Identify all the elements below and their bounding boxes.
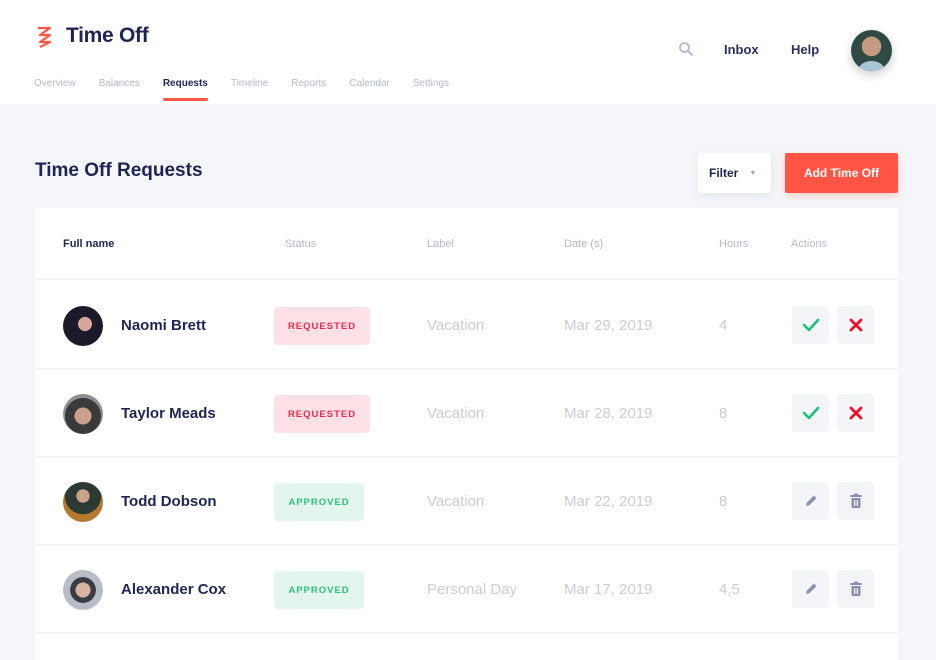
employee-name: Alexander Cox <box>121 581 227 598</box>
avatar <box>63 394 103 434</box>
leave-hours: 8 <box>719 405 728 422</box>
filter-label: Filter <box>709 166 739 180</box>
app-logo-icon <box>38 26 52 48</box>
leave-date: Mar 22, 2019 <box>564 493 653 510</box>
nav-tab-balances[interactable]: Balances <box>99 78 140 101</box>
help-link[interactable]: Help <box>791 42 819 57</box>
delete-button[interactable] <box>837 570 874 608</box>
edit-button[interactable] <box>792 482 829 520</box>
leave-label: Vacation <box>427 317 485 334</box>
reject-button[interactable] <box>837 306 874 344</box>
close-icon <box>849 318 862 332</box>
column-header-full-name: Full name <box>63 238 115 250</box>
reject-button[interactable] <box>837 394 874 432</box>
requests-table: Full name Status Label Date (s) Hours Ac… <box>35 208 898 660</box>
column-header-status: Status <box>285 238 317 250</box>
nav-tab-requests[interactable]: Requests <box>162 78 208 101</box>
inbox-link[interactable]: Inbox <box>724 42 759 57</box>
table-row: Naomi Brett REQUESTED Vacation Mar 29, 2… <box>35 282 898 370</box>
nav-tab-overview[interactable]: Overview <box>34 78 76 101</box>
nav-tab-calendar[interactable]: Calendar <box>349 78 390 101</box>
page-title: Time Off Requests <box>35 160 203 181</box>
status-badge: APPROVED <box>274 571 364 609</box>
avatar <box>63 306 103 346</box>
main-nav: Overview Balances Requests Timeline Repo… <box>34 78 472 101</box>
trash-icon <box>849 493 862 508</box>
status-badge: APPROVED <box>274 483 364 521</box>
nav-tab-reports[interactable]: Reports <box>291 78 326 101</box>
table-row: Taylor Meads REQUESTED Vacation Mar 28, … <box>35 370 898 458</box>
column-header-dates: Date (s) <box>564 238 604 250</box>
app-title: Time Off <box>66 24 149 47</box>
pencil-icon <box>805 495 816 506</box>
employee-name: Naomi Brett <box>121 317 207 334</box>
leave-date: Mar 29, 2019 <box>564 317 653 334</box>
user-avatar[interactable] <box>851 30 892 71</box>
checkmark-icon <box>802 318 819 332</box>
leave-label: Vacation <box>427 405 485 422</box>
approve-button[interactable] <box>792 394 829 432</box>
leave-hours: 4,5 <box>719 581 740 598</box>
avatar <box>63 570 103 610</box>
nav-tab-settings[interactable]: Settings <box>413 78 449 101</box>
status-badge: REQUESTED <box>274 395 370 433</box>
table-row: Todd Dobson APPROVED Vacation Mar 22, 20… <box>35 458 898 546</box>
leave-label: Personal Day <box>427 581 518 598</box>
edit-button[interactable] <box>792 570 829 608</box>
employee-name: Taylor Meads <box>121 405 216 422</box>
nav-tab-timeline[interactable]: Timeline <box>231 78 268 101</box>
pencil-icon <box>805 583 816 594</box>
trash-icon <box>849 581 862 596</box>
chevron-down-icon: ▼ <box>749 169 757 177</box>
column-header-actions: Actions <box>791 238 828 250</box>
add-time-off-button[interactable]: Add Time Off <box>785 153 898 193</box>
employee-name: Todd Dobson <box>121 493 217 510</box>
column-header-label: Label <box>427 238 454 250</box>
leave-date: Mar 17, 2019 <box>564 581 653 598</box>
search-icon[interactable] <box>678 41 694 57</box>
table-header: Full name Status Label Date (s) Hours Ac… <box>35 208 898 280</box>
filter-button[interactable]: Filter ▼ <box>698 153 771 193</box>
column-header-hours: Hours <box>719 238 749 250</box>
top-bar: Time Off Overview Balances Requests Time… <box>0 0 936 104</box>
leave-hours: 4 <box>719 317 728 334</box>
leave-label: Vacation <box>427 493 485 510</box>
leave-hours: 8 <box>719 493 728 510</box>
checkmark-icon <box>802 406 819 420</box>
status-badge: REQUESTED <box>274 307 370 345</box>
delete-button[interactable] <box>837 482 874 520</box>
avatar <box>63 482 103 522</box>
approve-button[interactable] <box>792 306 829 344</box>
table-row: Alexander Cox APPROVED Personal Day Mar … <box>35 546 898 634</box>
leave-date: Mar 28, 2019 <box>564 405 653 422</box>
close-icon <box>849 406 862 420</box>
